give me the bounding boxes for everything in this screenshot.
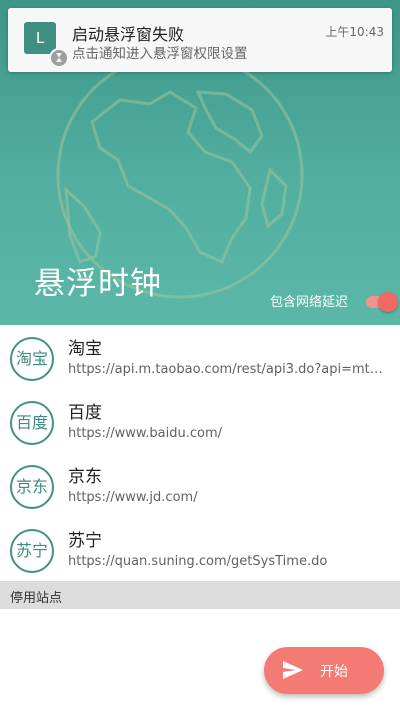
site-name: 京东 [68,467,102,487]
app-title: 悬浮时钟 [34,266,162,302]
site-badge: 百度 [10,401,54,445]
start-button[interactable]: 开始 [264,647,384,694]
list-item[interactable]: 淘宝 淘宝 https://api.m.taobao.com/rest/api3… [0,325,400,389]
site-url: https://quan.suning.com/getSysTime.do [68,554,328,569]
notification-body: 点击通知进入悬浮窗权限设置 [72,46,248,62]
start-button-label: 开始 [320,664,348,680]
site-url: https://api.m.taobao.com/rest/api3.do?ap… [68,362,390,377]
site-badge: 京东 [10,465,54,509]
site-list: 淘宝 淘宝 https://api.m.taobao.com/rest/api3… [0,325,400,581]
site-url: https://www.baidu.com/ [68,426,223,441]
site-badge: 淘宝 [10,337,54,381]
disabled-sites-header: 停用站点 [0,581,400,609]
list-item[interactable]: 京东 京东 https://www.jd.com/ [0,453,400,517]
site-url: https://www.jd.com/ [68,490,198,505]
toggle-knob [378,292,398,312]
site-name: 淘宝 [68,339,102,359]
list-item[interactable]: 苏宁 苏宁 https://quan.suning.com/getSysTime… [0,517,400,581]
hourglass-icon [49,48,69,68]
network-delay-label: 包含网络延迟 [270,295,349,310]
site-name: 百度 [68,403,102,423]
site-name: 苏宁 [68,531,102,551]
list-item[interactable]: 百度 百度 https://www.baidu.com/ [0,389,400,453]
notification-card[interactable]: L 启动悬浮窗失败 点击通知进入悬浮窗权限设置 上午10:43 [8,8,392,72]
send-icon [283,661,303,679]
site-badge: 苏宁 [10,529,54,573]
notification-time: 上午10:43 [325,25,384,39]
network-delay-toggle[interactable] [366,292,398,312]
app-icon: L [24,22,56,54]
section-label: 停用站点 [10,591,63,606]
header: L 启动悬浮窗失败 点击通知进入悬浮窗权限设置 上午10:43 悬浮时钟 包含网… [0,0,400,325]
